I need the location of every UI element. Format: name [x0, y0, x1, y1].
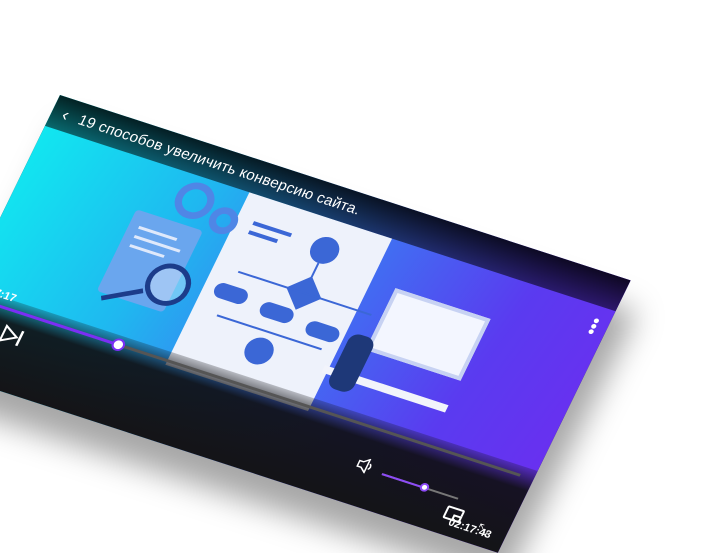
video-frame[interactable]: ‹ 19 способов увеличить конверсию сайта.… [0, 95, 631, 553]
volume-fill [381, 473, 425, 489]
video-title: 19 способов увеличить конверсию сайта. [75, 111, 364, 219]
monitor-illustration [365, 288, 491, 381]
skip-next-icon[interactable] [0, 323, 29, 349]
volume-thumb[interactable] [418, 481, 431, 493]
progress-thumb[interactable] [108, 336, 128, 353]
kebab-menu-icon[interactable]: • • • [584, 311, 604, 342]
current-time: 00:37:17 [0, 280, 19, 305]
volume-slider[interactable] [381, 473, 459, 500]
video-player: ‹ 19 способов увеличить конверсию сайта.… [0, 95, 631, 553]
volume-icon[interactable] [351, 455, 377, 480]
total-time: 02:17:43 [446, 516, 494, 542]
